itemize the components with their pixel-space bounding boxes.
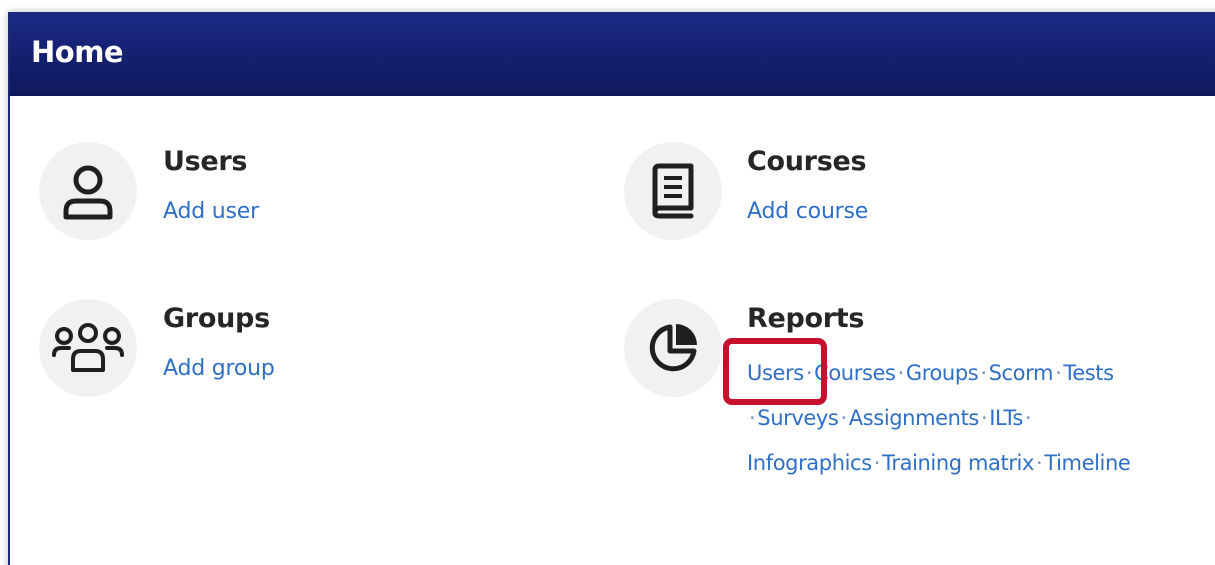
report-link-surveys[interactable]: Surveys	[757, 406, 839, 430]
report-link-training-matrix[interactable]: Training matrix	[882, 451, 1034, 475]
report-link-infographics[interactable]: Infographics	[747, 451, 872, 475]
add-course-link[interactable]: Add course	[747, 199, 868, 224]
report-link-tests[interactable]: Tests	[1063, 361, 1114, 385]
report-link-assignments[interactable]: Assignments	[849, 406, 980, 430]
pie-chart-icon	[624, 299, 722, 397]
reports-title: Reports	[747, 303, 865, 334]
user-icon	[39, 142, 137, 240]
reports-links: Users·Courses·Groups·Scorm·Tests ·Survey…	[747, 351, 1197, 486]
reports-links-line-3: Infographics·Training matrix·Timeline	[747, 451, 1131, 475]
reports-links-line-1: Users·Courses·Groups·Scorm·Tests	[747, 361, 1114, 385]
add-user-link[interactable]: Add user	[163, 199, 259, 224]
report-link-groups[interactable]: Groups	[906, 361, 979, 385]
groups-title: Groups	[163, 303, 270, 334]
group-icon	[39, 299, 137, 397]
page-title: Home	[31, 35, 124, 69]
report-link-ilts[interactable]: ILTs	[989, 406, 1023, 430]
courses-title: Courses	[747, 146, 867, 177]
report-link-users[interactable]: Users	[747, 361, 804, 385]
report-link-courses[interactable]: Courses	[814, 361, 896, 385]
report-link-timeline[interactable]: Timeline	[1044, 451, 1130, 475]
reports-links-line-2: ·Surveys·Assignments·ILTs·	[749, 406, 1032, 430]
report-link-scorm[interactable]: Scorm	[989, 361, 1054, 385]
book-icon	[624, 142, 722, 240]
panel-header: Home	[10, 12, 1215, 96]
add-group-link[interactable]: Add group	[163, 356, 275, 381]
users-title: Users	[163, 146, 248, 177]
